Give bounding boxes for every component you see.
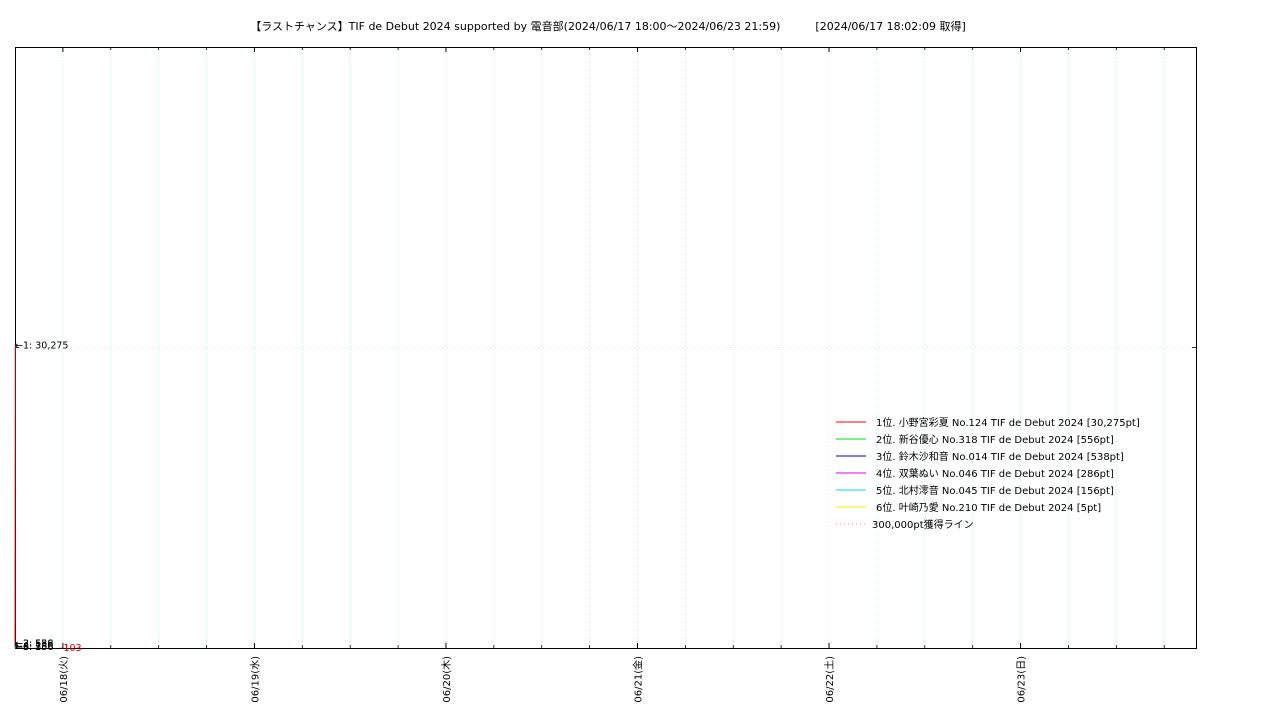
legend-label: 5位. 北村澪音 No.045 TIF de Debut 2024 [156pt… <box>876 484 1114 497</box>
x-tick-label: 06/20(木) <box>441 656 453 703</box>
x-axis-ticks: 06/18(火) 06/19(水) 06/20(木) 06/21(金) 06/22(土)… <box>58 47 1028 703</box>
x-tick-label: 06/18(火) <box>58 656 70 703</box>
x-tick-label: 06/23(日) <box>1017 656 1028 703</box>
legend-label: 2位. 新谷優心 No.318 TIF de Debut 2024 [556pt… <box>876 433 1114 446</box>
x-tick-label: 06/22(土) <box>823 656 836 703</box>
grid-lines <box>15 47 1196 648</box>
series-value-annotation: ←1: 30,275 <box>15 341 68 352</box>
difference-label: -103 <box>60 643 82 654</box>
series-value-annotation: ←6: 5 <box>15 642 41 653</box>
legend-label: 6位. 叶崎乃愛 No.210 TIF de Debut 2024 [5pt] <box>876 501 1101 514</box>
legend: 1位. 小野宮彩夏 No.124 TIF de Debut 2024 [30,2… <box>836 416 1140 531</box>
series-annotations: ←1: 30,275←2: 556←3: 538←4: 286←5: 156←6… <box>15 341 82 654</box>
legend-label: 1位. 小野宮彩夏 No.124 TIF de Debut 2024 [30,2… <box>876 416 1140 429</box>
plot-frame <box>15 47 1197 649</box>
line-chart: 06/18(火) 06/19(水) 06/20(木) 06/21(金) 06/22(土)… <box>14 47 1197 703</box>
legend-label: 3位. 鈴木沙和音 No.014 TIF de Debut 2024 [538p… <box>876 450 1124 463</box>
legend-label-reference: 300,000pt獲得ライン <box>872 518 974 531</box>
legend-label: 4位. 双葉ぬい No.046 TIF de Debut 2024 [286pt… <box>876 467 1114 480</box>
x-tick-label: 06/21(金) <box>631 656 644 703</box>
x-tick-label: 06/19(水) <box>249 656 261 703</box>
